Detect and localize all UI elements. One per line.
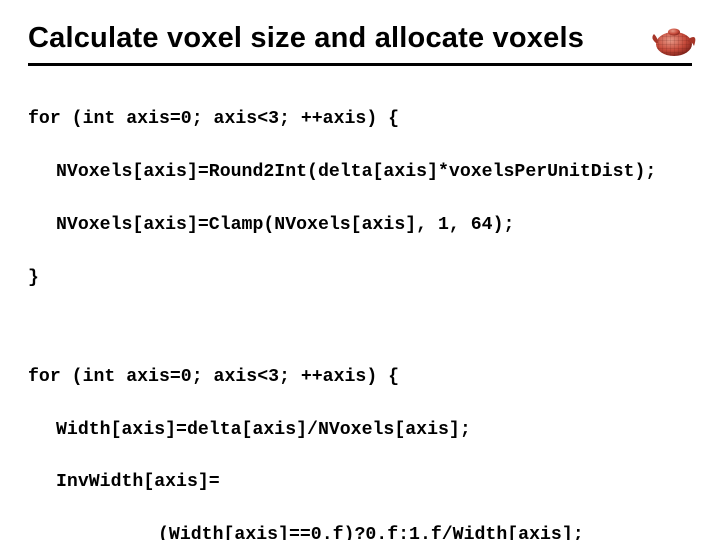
slide: Calculate voxel size and allocate voxels — [0, 0, 720, 540]
code-line: for (int axis=0; axis<3; ++axis) { — [28, 364, 692, 390]
code-gap — [28, 318, 692, 338]
code-line: NVoxels[axis]=Round2Int(delta[axis]*voxe… — [28, 159, 692, 185]
code-line: Width[axis]=delta[axis]/NVoxels[axis]; — [28, 417, 692, 443]
code-line: (Width[axis]==0.f)?0.f:1.f/Width[axis]; — [28, 522, 692, 540]
slide-title: Calculate voxel size and allocate voxels — [28, 22, 692, 63]
slide-header: Calculate voxel size and allocate voxels — [28, 22, 692, 66]
code-block: for (int axis=0; axis<3; ++axis) { NVoxe… — [28, 80, 692, 540]
teapot-logo-icon — [650, 16, 698, 64]
code-line: } — [28, 265, 692, 291]
title-underline — [28, 63, 692, 66]
code-line: InvWidth[axis]= — [28, 469, 692, 495]
code-line: for (int axis=0; axis<3; ++axis) { — [28, 106, 692, 132]
code-line: NVoxels[axis]=Clamp(NVoxels[axis], 1, 64… — [28, 212, 692, 238]
